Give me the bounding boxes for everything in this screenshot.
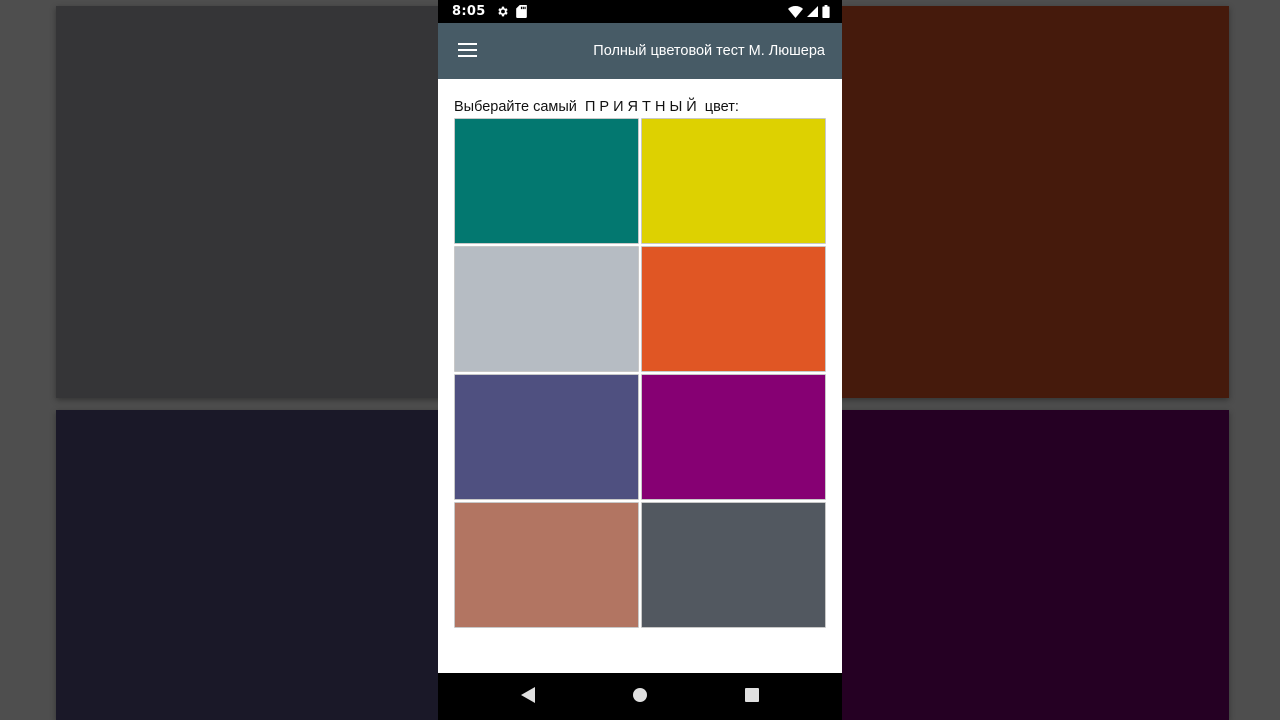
navigation-bar: [438, 673, 842, 720]
color-swatch[interactable]: [454, 502, 639, 628]
menu-button[interactable]: [438, 23, 496, 79]
selection-prompt: Выберайте самый П Р И Я Т Н Ы Й цвет:: [454, 99, 739, 115]
gear-icon: [496, 5, 509, 18]
color-swatch[interactable]: [641, 502, 826, 628]
signal-icon: [807, 6, 818, 17]
color-swatch[interactable]: [454, 374, 639, 500]
color-swatch-grid: [454, 118, 827, 628]
wifi-icon: [788, 5, 803, 18]
app-title: Полный цветовой тест М. Люшера: [593, 43, 825, 59]
recents-button[interactable]: [696, 673, 808, 720]
screen: 8:05 Полный цветовой тест М. Люшера Выбе…: [0, 0, 1280, 720]
status-left-icons: [496, 5, 527, 18]
status-time: 8:05: [452, 4, 486, 19]
color-swatch[interactable]: [454, 118, 639, 244]
background-tile-bottom-left: [56, 410, 456, 720]
phone-screen: 8:05 Полный цветовой тест М. Люшера Выбе…: [438, 0, 842, 720]
status-right-icons: [788, 5, 830, 18]
recents-icon[interactable]: [745, 687, 759, 706]
background-tile-bottom-right: [824, 410, 1229, 720]
status-bar: 8:05: [438, 0, 842, 23]
main-content: Выберайте самый П Р И Я Т Н Ы Й цвет:: [438, 79, 842, 673]
battery-icon: [822, 5, 830, 18]
sd-card-icon: [515, 5, 527, 18]
back-button[interactable]: [472, 673, 584, 720]
app-bar: Полный цветовой тест М. Люшера: [438, 23, 842, 79]
color-swatch[interactable]: [641, 374, 826, 500]
home-button[interactable]: [584, 673, 696, 720]
home-icon[interactable]: [633, 687, 647, 706]
color-swatch[interactable]: [641, 118, 826, 244]
background-tile-top-left: [56, 6, 456, 398]
background-tile-top-right: [824, 6, 1229, 398]
back-icon[interactable]: [521, 686, 535, 707]
color-swatch[interactable]: [641, 246, 826, 372]
color-swatch[interactable]: [454, 246, 639, 372]
hamburger-menu-icon[interactable]: [457, 42, 477, 61]
